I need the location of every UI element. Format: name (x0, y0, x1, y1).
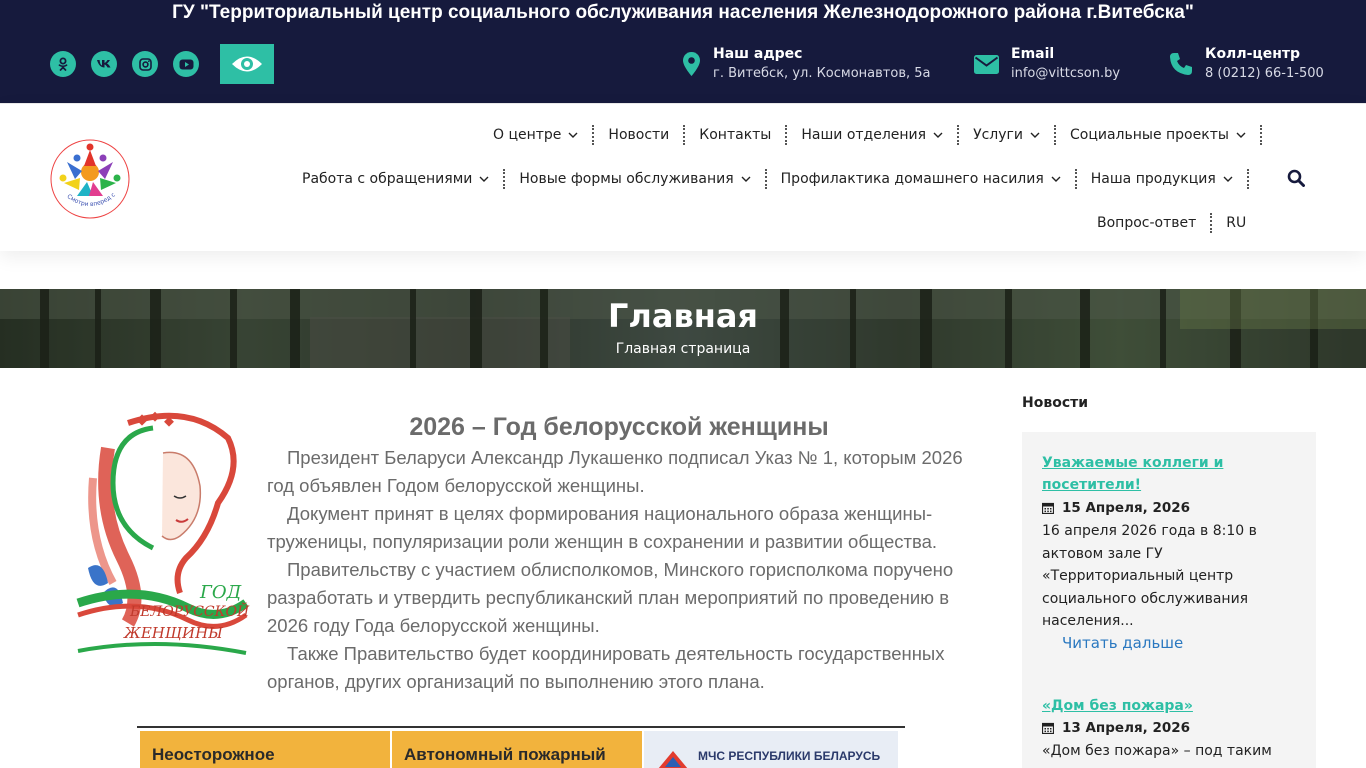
menu-separator (1246, 169, 1249, 189)
menu-news[interactable]: Новости (608, 127, 669, 143)
chevron-down-icon (568, 132, 578, 138)
news-item-title[interactable]: Уважаемые коллеги и посетители! (1042, 452, 1292, 496)
menu-contacts[interactable]: Контакты (699, 127, 771, 143)
address-label: Наш адрес (713, 46, 803, 62)
main-menu-row-2: Работа с обращениями Новые формы обслужи… (302, 168, 1263, 190)
call-center-label: Колл-центр (1205, 46, 1301, 62)
breadcrumb: Главная страница (615, 341, 751, 357)
call-center-phone[interactable]: 8 (0212) 66-1-500 (1205, 65, 1324, 83)
site-header: Смотри вперед с надеждой О центре Новост… (0, 103, 1366, 251)
search-icon (1287, 169, 1305, 187)
odnoklassniki-icon[interactable] (50, 51, 76, 77)
menu-separator (1054, 125, 1056, 145)
menu-appeals[interactable]: Работа с обращениями (302, 171, 489, 187)
center-logo[interactable]: Смотри вперед с надеждой (49, 138, 131, 220)
menu-separator (785, 125, 788, 145)
article-body: Президент Беларуси Александр Лукашенко п… (267, 444, 977, 696)
menu-faq[interactable]: Вопрос-ответ (1097, 215, 1196, 231)
menu-about[interactable]: О центре (493, 127, 578, 143)
menu-services[interactable]: Услуги (973, 127, 1040, 143)
menu-departments[interactable]: Наши отделения (801, 127, 943, 143)
menu-separator (1074, 169, 1077, 189)
main-menu-row-3: Вопрос-ответ RU (1097, 212, 1246, 234)
menu-separator (957, 125, 960, 145)
vk-icon[interactable] (91, 51, 117, 77)
news-item-title[interactable]: «Дом без пожара» (1042, 695, 1292, 717)
calendar-icon (1042, 722, 1054, 734)
menu-separator (1259, 125, 1262, 145)
chevron-down-icon (933, 132, 943, 138)
chevron-down-icon (1030, 132, 1040, 138)
poster-divider (137, 726, 905, 728)
sidebar-heading: Новости (1022, 395, 1089, 411)
email-link[interactable]: info@vittcson.by (1011, 65, 1120, 83)
address-value: г. Витебск, ул. Космонавтов, 5а (713, 66, 931, 81)
svg-text:ГОД: ГОД (199, 582, 242, 603)
poster-cell: МЧС РЕСПУБЛИКИ БЕЛАРУСЬ (644, 731, 898, 768)
chevron-down-icon (479, 176, 489, 182)
chevron-down-icon (1051, 176, 1061, 182)
poster-cell: Автономный пожарный (392, 731, 644, 768)
menu-separator (503, 169, 506, 189)
search-button[interactable] (1286, 169, 1306, 189)
news-item-date: 13 Апреля, 2026 (1042, 718, 1190, 738)
news-item-date: 15 Апреля, 2026 (1042, 498, 1190, 518)
chevron-down-icon (1236, 132, 1246, 138)
fire-safety-poster: Неосторожное Автономный пожарный МЧС РЕС… (140, 731, 898, 768)
menu-violence-prevention[interactable]: Профилактика домашнего насилия (781, 171, 1061, 187)
article-paragraph: Документ принят в целях формирования нац… (267, 503, 938, 552)
news-item-excerpt: 16 апреля 2026 года в 8:10 в актовом зал… (1042, 523, 1257, 629)
article-paragraph: Также Правительство будет координировать… (267, 643, 945, 692)
chevron-down-icon (1223, 176, 1233, 182)
accessibility-view-button[interactable] (220, 44, 274, 84)
article-paragraph: Президент Беларуси Александр Лукашенко п… (267, 447, 963, 496)
menu-products[interactable]: Наша продукция (1091, 171, 1233, 187)
year-of-women-image: ГОД БЕЛОРУССКОЙ ЖЕНЩИНЫ (76, 411, 250, 655)
menu-social-projects[interactable]: Социальные проекты (1070, 127, 1246, 143)
envelope-icon (974, 55, 999, 78)
calendar-icon (1042, 502, 1054, 514)
page-title: Главная (608, 297, 758, 335)
youtube-icon[interactable] (173, 51, 199, 77)
top-bar: ГУ "Территориальный центр социального об… (0, 0, 1366, 103)
map-pin-icon (682, 51, 701, 81)
news-item-excerpt: «Дом без пожара» – под таким (1042, 743, 1272, 759)
eye-icon (232, 56, 262, 72)
main-menu-row-1: О центре Новости Контакты Наши отделения… (493, 124, 1276, 146)
poster-cell: Неосторожное (140, 731, 392, 768)
language-switcher[interactable]: RU (1226, 215, 1246, 231)
menu-new-service-forms[interactable]: Новые формы обслуживания (519, 171, 751, 187)
menu-separator (592, 125, 595, 145)
svg-text:БЕЛОРУССКОЙ: БЕЛОРУССКОЙ (129, 601, 250, 620)
chevron-down-icon (741, 176, 751, 182)
svg-text:ЖЕНЩИНЫ: ЖЕНЩИНЫ (123, 624, 223, 642)
article-paragraph: Правительству с участием облисполкомов, … (267, 559, 954, 636)
mchs-emblem-icon (658, 751, 688, 768)
organization-title: ГУ "Территориальный центр социального об… (172, 2, 1194, 23)
email-label: Email (1011, 46, 1055, 62)
article-title: 2026 – Год белорусской женщины (409, 413, 829, 441)
menu-separator (683, 125, 686, 145)
phone-icon (1169, 52, 1193, 80)
menu-separator (764, 169, 767, 189)
instagram-icon[interactable] (132, 51, 158, 77)
read-more-link[interactable]: Читать дальше (1062, 633, 1183, 653)
menu-separator (1210, 213, 1213, 233)
